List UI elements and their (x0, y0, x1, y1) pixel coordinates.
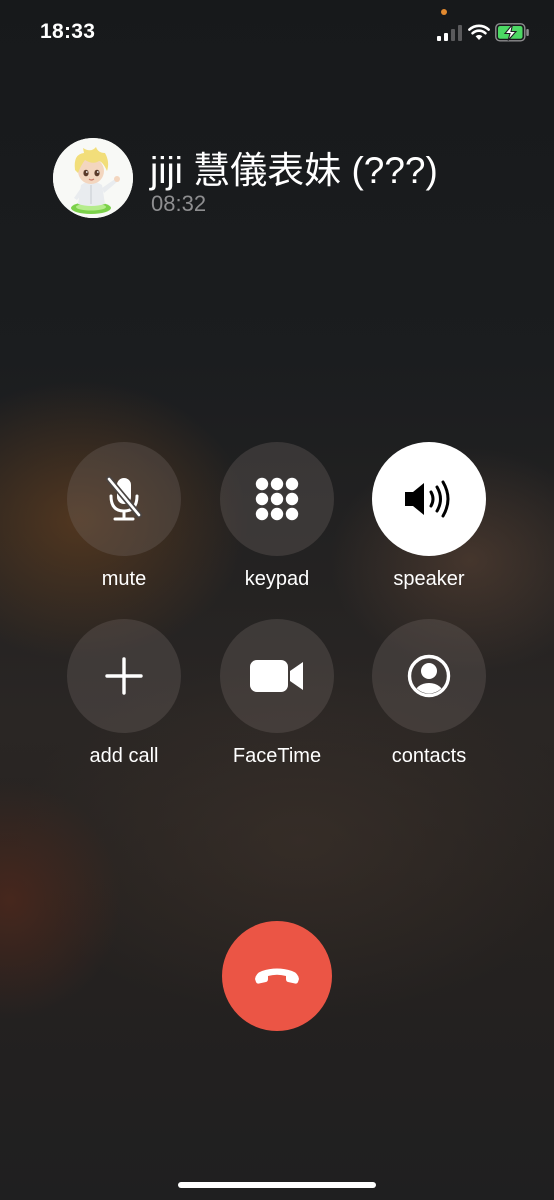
wifi-icon (468, 24, 490, 40)
status-bar: 18:33 (0, 0, 554, 66)
speaker-button-circle[interactable] (372, 442, 486, 556)
add-call-button[interactable]: add call (54, 619, 194, 768)
figurine-avatar-image (53, 138, 133, 218)
call-duration: 08:32 (151, 191, 207, 216)
caller-header: jiji 慧儀表妹 (???) 08:32 (53, 138, 544, 218)
contacts-button-circle[interactable] (372, 619, 486, 733)
add-call-button-circle[interactable] (67, 619, 181, 733)
caller-avatar (53, 138, 133, 218)
speaker-label: speaker (393, 568, 465, 590)
keypad-button[interactable]: keypad (207, 442, 347, 591)
facetime-button[interactable]: FaceTime (207, 619, 347, 768)
cellular-signal-icon (437, 25, 462, 41)
add-call-label: add call (89, 745, 159, 767)
video-camera-icon (250, 660, 303, 692)
caller-name: jiji 慧儀表妹 (???) (150, 150, 438, 191)
keypad-icon (255, 477, 299, 521)
keypad-label: keypad (244, 568, 310, 590)
keypad-button-circle[interactable] (220, 442, 334, 556)
speaker-button[interactable]: speaker (359, 442, 499, 591)
home-indicator[interactable] (178, 1182, 376, 1188)
contacts-button[interactable]: contacts (359, 619, 499, 768)
phone-hangup-icon (255, 968, 299, 984)
facetime-label: FaceTime (232, 745, 322, 767)
plus-icon (105, 657, 143, 695)
privacy-indicator-dot (441, 9, 447, 15)
person-circle-icon (407, 654, 451, 698)
facetime-button-circle[interactable] (220, 619, 334, 733)
contacts-label: contacts (391, 745, 467, 767)
mute-microphone-icon (106, 476, 142, 521)
speaker-icon (405, 480, 450, 518)
mute-button[interactable]: mute (54, 442, 194, 591)
battery-charging-icon (495, 23, 529, 42)
status-time: 18:33 (40, 20, 96, 43)
end-call-button[interactable] (222, 921, 332, 1031)
mute-button-circle[interactable] (67, 442, 181, 556)
mute-label: mute (101, 568, 147, 590)
